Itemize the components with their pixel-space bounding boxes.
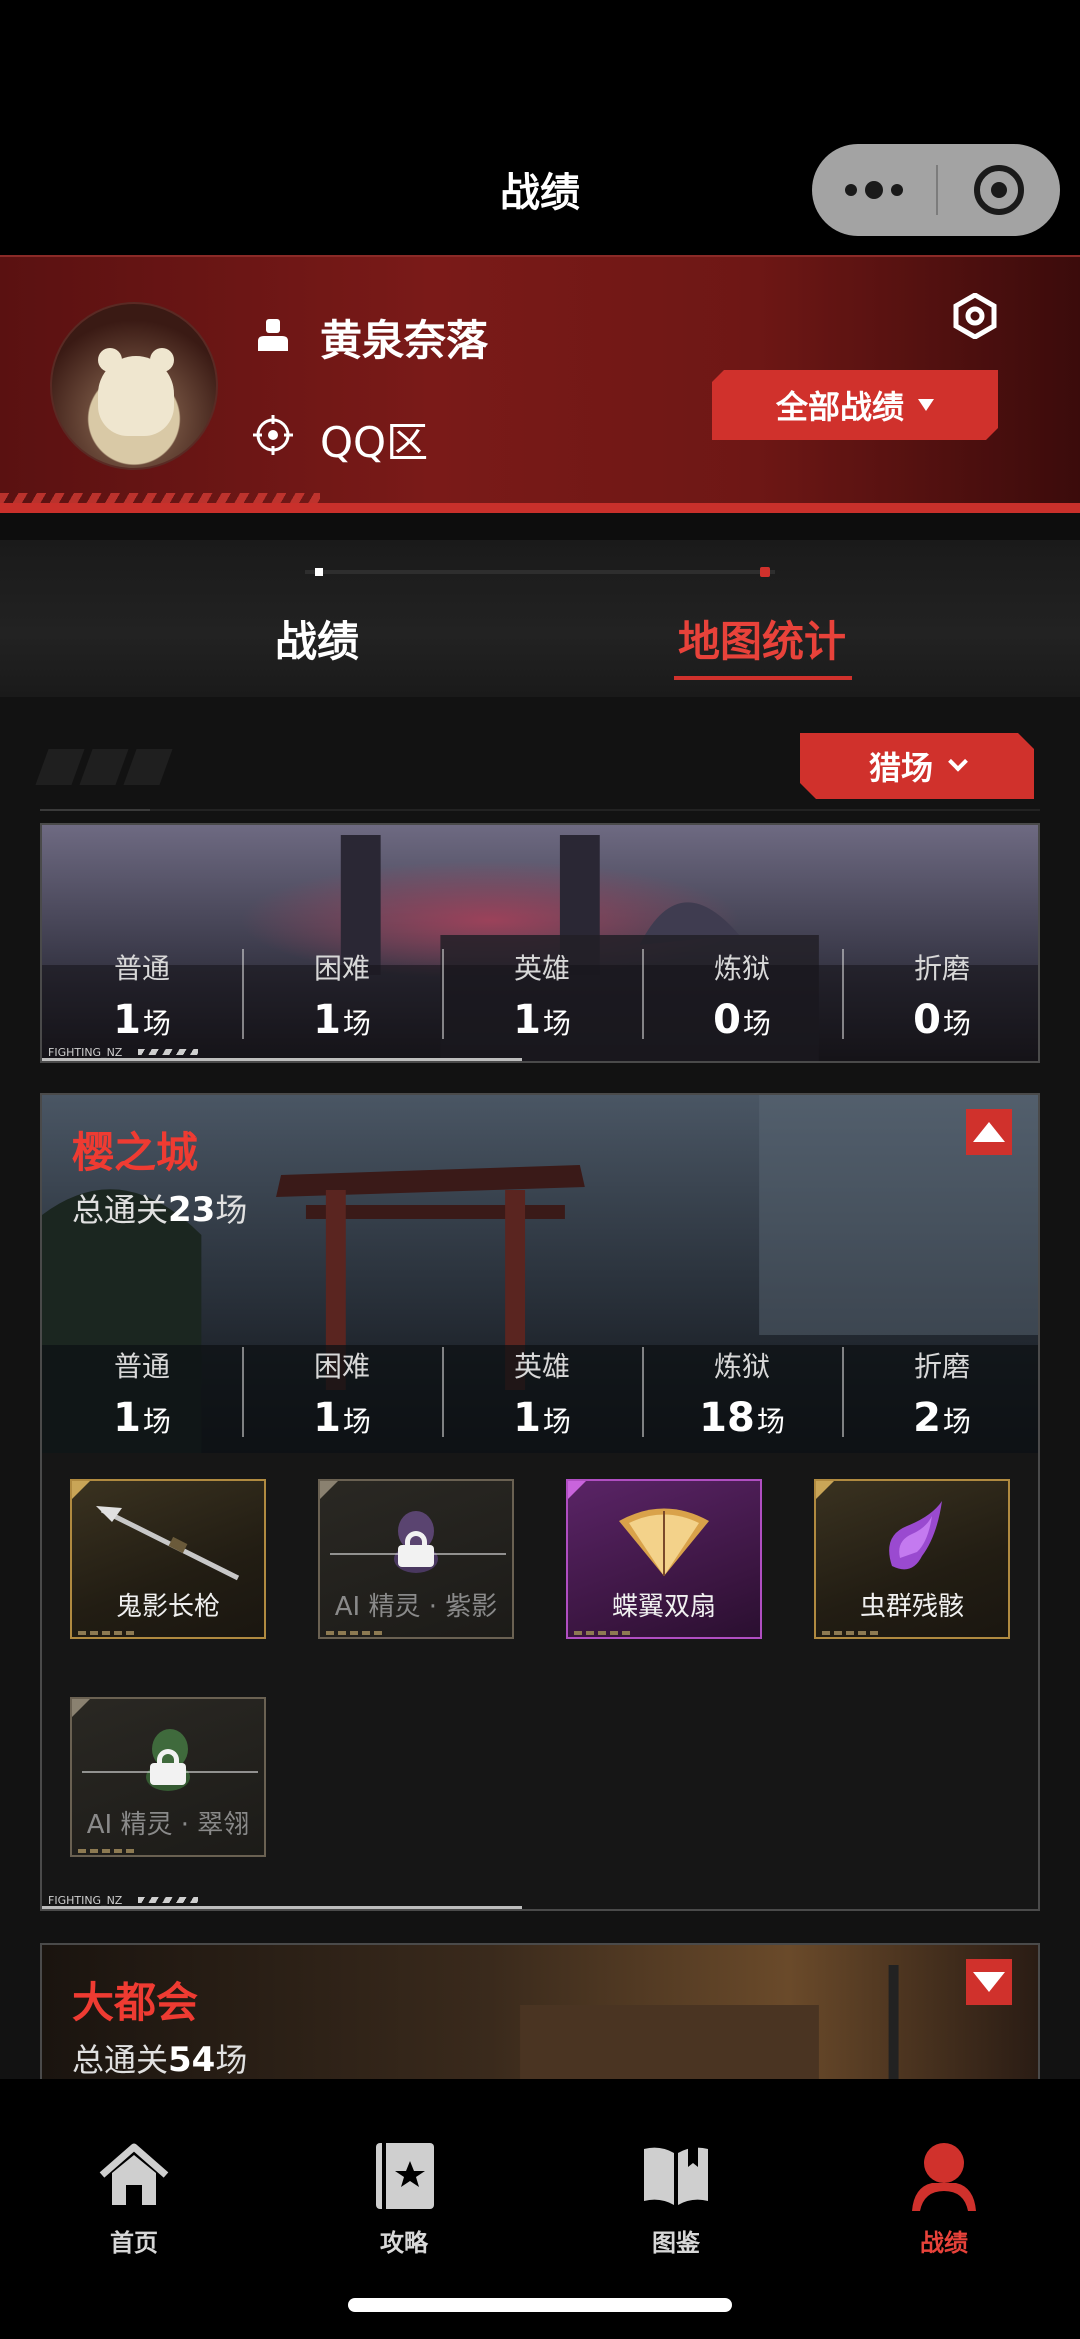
stat-hard: 困难 1场	[242, 947, 442, 1043]
lock-icon	[150, 1749, 186, 1785]
all-records-label: 全部战绩	[775, 388, 904, 426]
mode-filter-dropdown[interactable]: 猎场	[800, 733, 1034, 799]
close-miniapp-button[interactable]	[938, 144, 1060, 236]
map-total-clears: 总通关23场	[72, 1190, 248, 1230]
miniapp-capsule	[812, 144, 1060, 236]
settings-hexagon-icon[interactable]	[952, 293, 998, 339]
section-divider	[40, 809, 1040, 811]
bottom-tab-guide[interactable]: 攻略	[344, 2139, 464, 2258]
stat-hero: 英雄 1场	[442, 1345, 642, 1441]
more-dot-icon	[865, 181, 883, 199]
dropdown-triangle-icon	[918, 399, 934, 411]
map-name: 大都会	[72, 1978, 199, 2027]
username: 黄泉奈落	[320, 316, 489, 365]
bottom-tab-home[interactable]: 首页	[74, 2139, 194, 2258]
active-tab-underline	[674, 676, 852, 680]
stat-hero: 英雄 1场	[442, 947, 642, 1043]
tab-map-stats[interactable]: 地图统计	[678, 608, 846, 669]
map-card: 普通 1场 困难 1场 英雄 1场 炼狱 0场 折磨 0场 FIGHTING_N…	[40, 823, 1040, 1063]
guide-book-icon	[376, 2143, 434, 2209]
more-dot-icon	[845, 184, 857, 196]
profile-header: 黄泉奈落 QQ区 全部战绩	[0, 255, 1080, 513]
avatar-bear-figure	[98, 356, 174, 436]
tab-bar: 战绩 地图统计	[0, 540, 1080, 697]
mode-filter-label: 猎场	[868, 749, 933, 787]
home-indicator[interactable]	[348, 2298, 732, 2312]
chevron-down-icon	[948, 752, 968, 772]
avatar-neon-sign	[92, 310, 182, 340]
avatar[interactable]	[50, 302, 218, 470]
stat-normal: 普通 1场	[113, 1350, 171, 1441]
more-dot-icon	[891, 184, 903, 196]
stat-purgatory: 炼狱 0场	[642, 947, 842, 1043]
user-icon	[912, 2143, 976, 2211]
reward-item[interactable]: 虫群残骸	[814, 1479, 1010, 1639]
stat-hard: 困难 1场	[242, 1345, 442, 1441]
spear-icon	[96, 1506, 240, 1581]
collapse-button[interactable]	[966, 1109, 1012, 1155]
reward-item-locked[interactable]: AI 精灵 · 紫影	[318, 1479, 514, 1639]
decorative-marks	[35, 749, 173, 785]
swarm-remains-icon	[889, 1501, 942, 1570]
map-card-metropolis: 大都会 总通关54场	[40, 1943, 1040, 2079]
header-stripe-decoration	[0, 493, 320, 503]
region-name: QQ区	[320, 418, 429, 467]
more-button[interactable]	[812, 144, 936, 236]
person-icon	[258, 319, 288, 351]
all-records-dropdown[interactable]: 全部战绩	[712, 370, 998, 440]
stat-torment: 折磨 2场	[842, 1345, 1038, 1441]
stat-torment: 折磨 0场	[842, 947, 1038, 1043]
triangle-up-icon	[973, 1122, 1005, 1142]
reward-item[interactable]: 蝶翼双扇	[566, 1479, 762, 1639]
open-book-icon	[644, 2147, 708, 2205]
triangle-down-icon	[973, 1972, 1005, 1992]
tab-records[interactable]: 战绩	[275, 608, 359, 669]
expand-button[interactable]	[966, 1959, 1012, 2005]
lock-icon	[398, 1531, 434, 1567]
difficulty-stats: 普通 1场 困难 1场 英雄 1场 炼狱 0场 折磨 0场	[42, 947, 1038, 1043]
difficulty-stats: 普通 1场 困难 1场 英雄 1场 炼狱 18场 折磨 2场	[42, 1345, 1038, 1441]
reward-item-locked[interactable]: AI 精灵 · 翠翎	[70, 1697, 266, 1857]
top-nav-bar: 战绩	[0, 0, 1080, 255]
reward-item[interactable]: 鬼影长枪	[70, 1479, 266, 1639]
bottom-tab-codex[interactable]: 图鉴	[616, 2139, 736, 2258]
reward-grid: 鬼影长枪 AI 精灵 · 紫影 蝶翼双扇 虫群残骸 AI 精灵 · 翠翎	[70, 1479, 1020, 1857]
fan-icon	[619, 1508, 709, 1576]
home-icon	[99, 2143, 169, 2205]
bottom-tab-records[interactable]: 战绩	[884, 2139, 1004, 2258]
map-card-sakura-city: 樱之城 总通关23场 普通 1场 困难 1场 英雄 1场 炼狱 18场 折磨 2…	[40, 1093, 1040, 1911]
region-crosshair-icon	[253, 415, 293, 455]
tab-track	[305, 567, 775, 577]
map-name: 樱之城	[72, 1128, 199, 1177]
map-stats-content[interactable]: 猎场 普通 1场 困难 1场 英雄 1场 炼狱 0场 折磨 0场 FIGHTIN…	[0, 697, 1080, 2079]
stat-purgatory: 炼狱 18场	[642, 1345, 842, 1441]
stat-normal: 普通 1场	[113, 952, 171, 1043]
map-total-clears: 总通关54场	[72, 2040, 248, 2079]
target-close-icon	[974, 165, 1024, 215]
